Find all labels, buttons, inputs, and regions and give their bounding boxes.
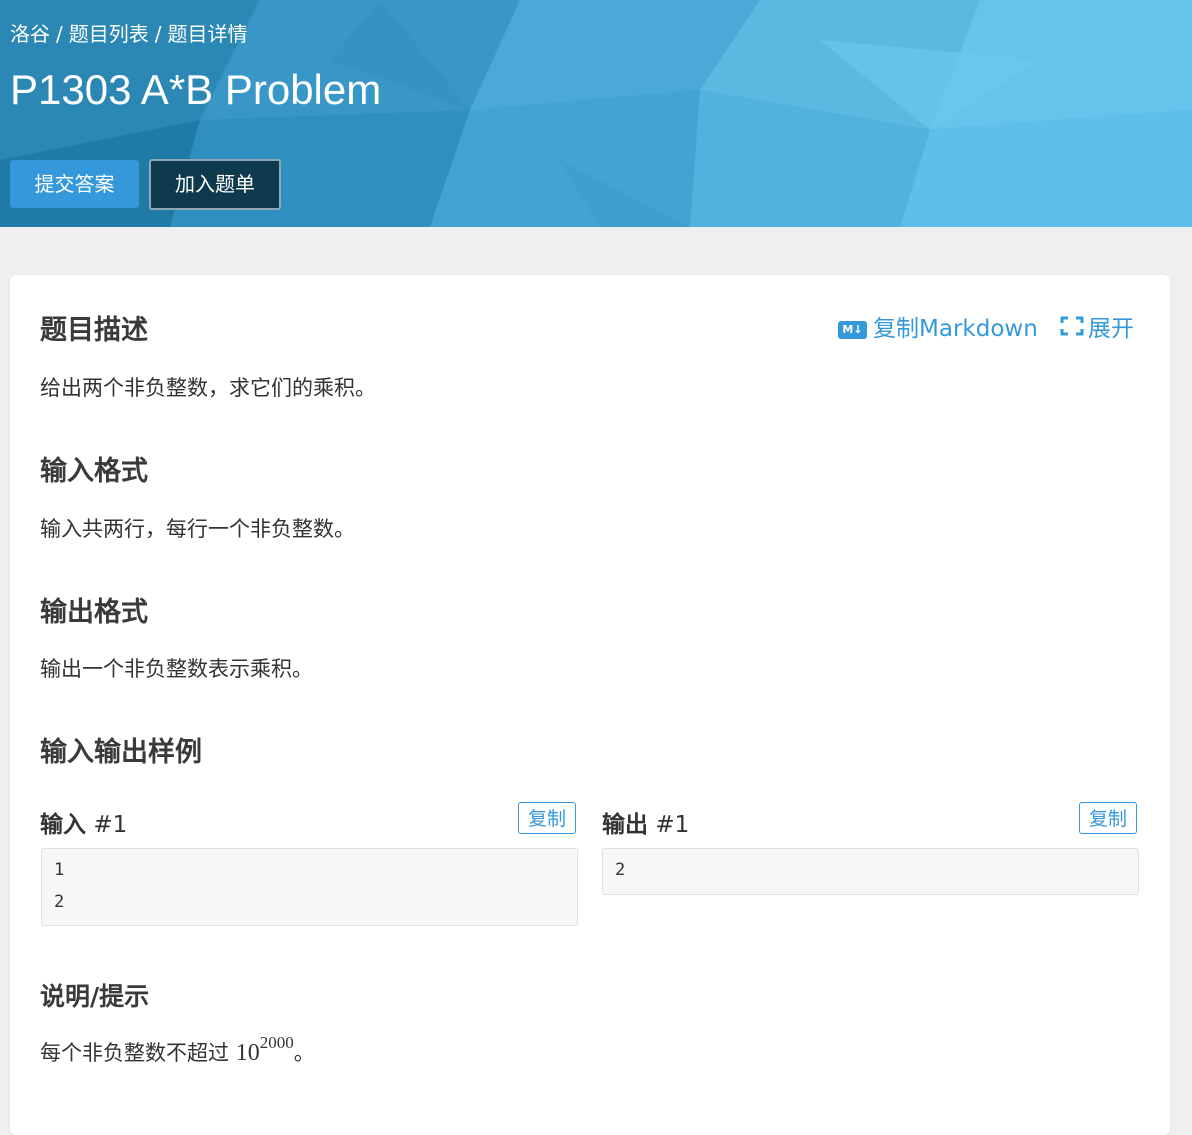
problem-header: 洛谷 / 题目列表 / 题目详情 P1303 A*B Problem 提交答案 加入题单: [0, 0, 1192, 227]
sample-input-index: #1: [93, 812, 128, 838]
breadcrumb-home-link[interactable]: 洛谷: [10, 22, 50, 46]
expand-label: 展开: [1088, 316, 1134, 342]
input-format-title: 输入格式: [40, 456, 148, 487]
breadcrumb-problem-list-link[interactable]: 题目列表: [69, 22, 149, 46]
sample-output-line: 2: [615, 860, 626, 880]
description-title: 题目描述: [40, 315, 148, 346]
hint-math: 102000: [235, 1033, 294, 1066]
breadcrumb-current: 题目详情: [167, 22, 248, 46]
output-format-title: 输出格式: [40, 597, 148, 628]
hint-text: 每个非负整数不超过 102000。: [40, 1033, 315, 1067]
markdown-icon: M↓: [838, 321, 867, 339]
sample-output-label: 输出 #1: [602, 805, 689, 839]
breadcrumb-separator: /: [154, 22, 162, 46]
description-text: 给出两个非负整数，求它们的乘积。: [40, 376, 376, 400]
hint-text-prefix: 每个非负整数不超过: [40, 1041, 229, 1065]
hint-math-base: 10: [235, 1040, 260, 1066]
copy-markdown-link[interactable]: M↓ 复制Markdown: [838, 309, 1038, 343]
input-format-text: 输入共两行，每行一个非负整数。: [40, 517, 355, 541]
expand-icon: [1060, 316, 1084, 336]
sample-output-label-text: 输出: [602, 812, 648, 838]
hint-title: 说明/提示: [40, 982, 150, 1011]
expand-link[interactable]: 展开: [1060, 309, 1134, 343]
copy-markdown-label: 复制Markdown: [873, 316, 1038, 342]
submit-answer-button[interactable]: 提交答案: [10, 160, 139, 208]
sample-input-line: 2: [54, 892, 65, 912]
page-title: P1303 A*B Problem: [10, 66, 382, 113]
copy-output-button[interactable]: 复制: [1079, 802, 1137, 834]
breadcrumb: 洛谷 / 题目列表 / 题目详情: [10, 18, 248, 47]
sample-output-index: #1: [655, 812, 690, 838]
hint-math-exponent: 2000: [259, 1033, 294, 1052]
breadcrumb-separator: /: [56, 22, 63, 46]
problem-card: 题目描述 M↓ 复制Markdown 展开 给出两个非负整数，求它们的乘积。 输入…: [10, 275, 1170, 1135]
hint-text-suffix: 。: [293, 1041, 315, 1065]
sample-input-label: 输入 #1: [40, 805, 127, 839]
sample-input-line: 1: [54, 860, 65, 880]
sample-input-box: 1 2: [41, 848, 578, 926]
copy-input-button[interactable]: 复制: [518, 802, 576, 834]
sample-output-box: 2: [602, 848, 1139, 895]
add-to-list-button[interactable]: 加入题单: [149, 159, 281, 210]
output-format-text: 输出一个非负整数表示乘积。: [40, 657, 313, 681]
sample-input-label-text: 输入: [40, 812, 86, 838]
samples-title: 输入输出样例: [40, 737, 202, 768]
